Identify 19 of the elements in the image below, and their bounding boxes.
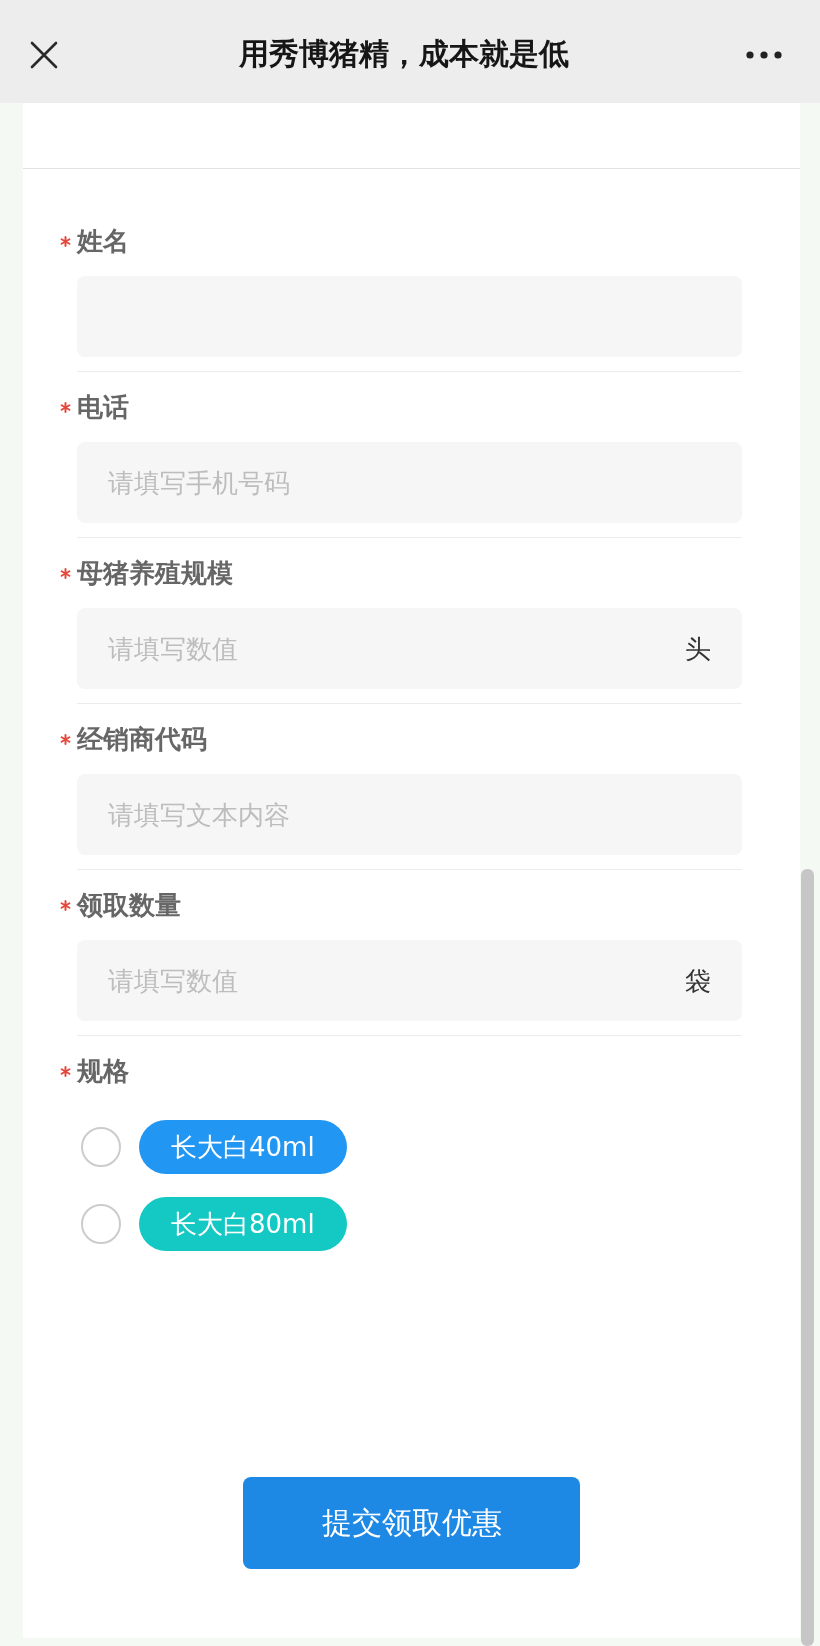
input-field[interactable]: 请填写文本内容 (77, 774, 742, 855)
input-field[interactable]: 请填写手机号码 (77, 442, 742, 523)
more-icon (746, 50, 782, 59)
field-label: 领取数量 (77, 888, 181, 922)
unit-label: 头 (685, 632, 711, 665)
field-label: 姓名 (77, 224, 129, 258)
option-tag[interactable]: 长大白40ml (139, 1120, 347, 1174)
close-icon (30, 40, 58, 69)
field-label: 经销商代码 (77, 722, 207, 756)
page-title: 用秀博猪精，成本就是低 (238, 35, 570, 73)
radio-button[interactable] (81, 1204, 121, 1244)
field-label: 母猪养殖规模 (77, 556, 233, 590)
scrollbar-thumb[interactable] (801, 869, 814, 1646)
unit-label: 袋 (685, 964, 711, 997)
field-label: 电话 (77, 390, 129, 424)
submit-button[interactable]: 提交领取优惠 (243, 1477, 580, 1569)
radio-button[interactable] (81, 1127, 121, 1167)
field-label: 规格 (77, 1054, 129, 1088)
option-tag[interactable]: 长大白80ml (139, 1197, 347, 1251)
